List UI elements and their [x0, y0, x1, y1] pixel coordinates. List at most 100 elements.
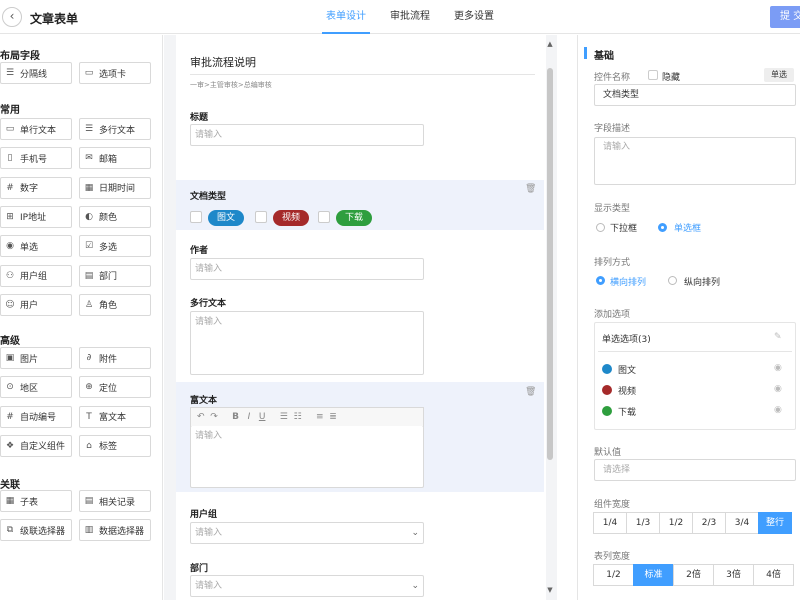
canvas-scrollbar[interactable]: ▲ ▼	[545, 40, 555, 598]
align-left-icon[interactable]: ≡	[316, 412, 324, 422]
component-label: 附件	[99, 354, 118, 365]
trash-icon[interactable]: 🗑	[525, 184, 536, 194]
edit-icon[interactable]: ✎	[774, 332, 782, 342]
component-width-option[interactable]: 1/3	[626, 512, 660, 534]
redo-icon[interactable]: ↷	[210, 412, 218, 422]
control-name-input[interactable]: 文档类型	[594, 84, 796, 106]
field-desc-textarea[interactable]: 请输入	[594, 137, 796, 185]
component-label: 邮箱	[99, 154, 118, 165]
display-radio-radio[interactable]	[658, 223, 667, 232]
scroll-down-icon[interactable]: ▼	[545, 586, 555, 594]
option-checkbox[interactable]	[318, 211, 330, 223]
dept-select[interactable]: 请输入 ⌄	[190, 575, 424, 597]
scroll-up-icon[interactable]: ▲	[545, 40, 555, 48]
component-ip[interactable]: ⊞ IP地址	[0, 205, 72, 228]
tab-approval-flow[interactable]: 审批流程	[378, 0, 442, 34]
underline-icon[interactable]: U	[259, 412, 266, 422]
display-dropdown-radio[interactable]	[596, 223, 605, 232]
column-width-option[interactable]: 2倍	[673, 564, 714, 586]
order-horizontal-radio[interactable]	[596, 276, 605, 285]
component-checkbox[interactable]: ☑ 多选	[79, 235, 151, 258]
component-tag[interactable]: ⌂ 标签	[79, 434, 151, 457]
component-paperclip[interactable]: ∂ 附件	[79, 347, 151, 369]
component-hash[interactable]: # 自动编号	[0, 405, 72, 428]
column-width-option[interactable]: 4倍	[753, 564, 794, 586]
option-checkbox[interactable]	[255, 211, 267, 223]
component-rich-text[interactable]: T 富文本	[79, 405, 151, 428]
bullet-list-icon[interactable]: ☰	[280, 412, 288, 422]
component-width-option[interactable]: 整行	[758, 512, 792, 534]
trash-icon[interactable]: 🗑	[525, 387, 536, 397]
option-color-dot[interactable]	[602, 406, 612, 416]
properties-panel: 基础 控件名称 隐藏 单选 文档类型 字段描述 请输入 显示类型 下拉框 单选框…	[577, 35, 800, 600]
component-width-option[interactable]: 1/4	[593, 512, 627, 534]
order-vertical-radio[interactable]	[668, 276, 677, 285]
italic-icon[interactable]: I	[248, 412, 251, 422]
section-common: 常用	[0, 105, 20, 116]
options-header: 单选选项(3)	[602, 335, 651, 345]
component-number[interactable]: # 数字	[0, 176, 72, 199]
component-related-records[interactable]: ▤ 相关记录	[79, 490, 151, 512]
add-options-label: 添加选项	[594, 310, 631, 320]
order-label: 排列方式	[594, 258, 631, 268]
component-user-group[interactable]: ⚇ 用户组	[0, 264, 72, 287]
component-role[interactable]: ♙ 角色	[79, 293, 151, 316]
component-data-selector[interactable]: ▥ 数据选择器	[79, 519, 151, 542]
scrollbar-thumb[interactable]	[547, 68, 553, 460]
column-width-option[interactable]: 1/2	[593, 564, 634, 586]
column-width-option[interactable]: 标准	[633, 564, 674, 586]
component-calendar[interactable]: ▦ 日期时间	[79, 176, 151, 199]
top-bar: ‹ 文章表单 表单设计 审批流程 更多设置 提 交	[0, 0, 800, 34]
eye-icon[interactable]: ◉	[774, 363, 782, 373]
component-custom-component[interactable]: ❖ 自定义组件	[0, 434, 72, 457]
component-width-option[interactable]: 3/4	[725, 512, 759, 534]
component-locate[interactable]: ⊕ 定位	[79, 376, 151, 399]
eye-icon[interactable]: ◉	[774, 384, 782, 394]
component-radio[interactable]: ◉ 单选	[0, 235, 72, 258]
component-region[interactable]: ⊙ 地区	[0, 376, 72, 399]
tab-more-settings[interactable]: 更多设置	[442, 0, 506, 34]
order-vertical-label: 纵向排列	[684, 278, 721, 288]
component-multi-line-text[interactable]: ☰ 多行文本	[79, 118, 151, 140]
flow-heading: 审批流程说明	[190, 56, 256, 69]
undo-icon[interactable]: ↶	[197, 412, 205, 422]
numbered-list-icon[interactable]: ☷	[294, 412, 302, 422]
bold-icon[interactable]: B	[232, 412, 239, 422]
component-palette[interactable]: ◐ 颜色	[79, 205, 151, 228]
component-single-line-text[interactable]: ▭ 单行文本	[0, 118, 72, 140]
component-tabs[interactable]: ▭ 选项卡	[79, 62, 151, 84]
component-divider[interactable]: ☰ 分隔线	[0, 62, 72, 84]
component-label: 富文本	[99, 413, 127, 424]
component-width-option[interactable]: 2/3	[692, 512, 726, 534]
tag-icon: ⌂	[86, 440, 92, 451]
default-value-select[interactable]: 请选择	[594, 459, 796, 481]
richtext-editor[interactable]: 请输入	[190, 426, 424, 488]
option-checkbox[interactable]	[190, 211, 202, 223]
component-user[interactable]: ☺ 用户	[0, 293, 72, 316]
hide-checkbox[interactable]	[648, 70, 658, 80]
back-button[interactable]: ‹	[2, 7, 22, 27]
option-color-dot[interactable]	[602, 364, 612, 374]
hide-label: 隐藏	[662, 73, 681, 83]
eye-icon[interactable]: ◉	[774, 405, 782, 415]
component-label: 多选	[99, 242, 118, 253]
align-right-icon[interactable]: ≣	[329, 412, 337, 422]
component-width-option[interactable]: 1/2	[659, 512, 693, 534]
usergroup-select[interactable]: 请输入 ⌄	[190, 522, 424, 544]
component-table[interactable]: ▦ 子表	[0, 490, 72, 512]
component-mail[interactable]: ✉ 邮箱	[79, 147, 151, 170]
author-input[interactable]: 请输入	[190, 258, 424, 280]
title-input[interactable]: 请输入	[190, 124, 424, 146]
department-icon: ▤	[84, 270, 94, 281]
component-cascader[interactable]: ⧉ 级联选择器	[0, 519, 72, 542]
column-width-option[interactable]: 3倍	[713, 564, 754, 586]
paperclip-icon: ∂	[86, 353, 92, 363]
component-image[interactable]: ▣ 图片	[0, 347, 72, 369]
submit-button[interactable]: 提 交	[770, 6, 800, 28]
multiline-textarea[interactable]: 请输入	[190, 311, 424, 375]
option-color-dot[interactable]	[602, 385, 612, 395]
component-phone[interactable]: ▯ 手机号	[0, 147, 72, 170]
component-department[interactable]: ▤ 部门	[79, 264, 151, 287]
tab-form-design[interactable]: 表单设计	[314, 0, 378, 34]
dept-placeholder: 请输入	[195, 581, 223, 591]
